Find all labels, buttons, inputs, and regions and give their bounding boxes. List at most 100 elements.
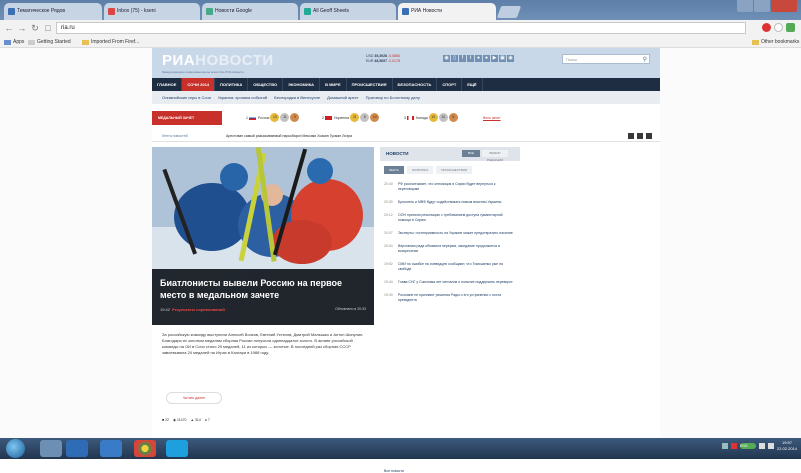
bookmark-other[interactable]: Other bookmarks	[752, 39, 799, 45]
video-icon[interactable]: ▶	[491, 55, 498, 62]
clock[interactable]: 19:57 22.02.2014	[777, 440, 797, 452]
list-item[interactable]: 20:12 ООН приняли резолюцию с требованием…	[384, 213, 516, 223]
news-editors-button[interactable]: ВЫБОР РЕДАКЦИИ	[482, 150, 508, 162]
views-count: ◉ 11470	[173, 418, 187, 422]
list-item[interactable]: 20:30 Брюссель и МВФ будут содействовать …	[384, 200, 516, 205]
search-icon[interactable]: ⚲	[643, 56, 647, 63]
topic-link[interactable]: Приговор по Болотному делу	[366, 95, 420, 104]
list-item[interactable]: 20:40 РФ рассчитывает, что оппозиция в Си…	[384, 182, 516, 192]
browser-tab[interactable]: Тематическое Рядов	[4, 3, 102, 20]
topic-link[interactable]: Беспорядки в Венесуэле	[274, 95, 320, 104]
language-icon[interactable]: ◉	[507, 55, 514, 62]
news-all-button[interactable]: ВСЕ	[462, 150, 480, 157]
taskbar: ENG 19:57 22.02.2014	[0, 438, 801, 459]
forward-arrow-icon[interactable]: →	[17, 23, 27, 33]
list-item[interactable]: 19:44 Глава СНГ у Союзника нет сигналов о…	[384, 280, 516, 285]
start-button[interactable]	[6, 439, 25, 458]
social-icon[interactable]: ●	[483, 55, 490, 62]
medal-country[interactable]: 3 Канада 10 10 5	[404, 113, 458, 122]
list-item[interactable]: 19:52 СМИ по ошибке на очевидцев сообщают…	[384, 262, 516, 272]
tab-incidents[interactable]: ПРОИСШЕСТВИЯ	[436, 166, 472, 174]
nav-item-security[interactable]: БЕЗОПАСНОСТЬ	[393, 78, 438, 91]
browser-tab[interactable]: Inbox (75) - kseni	[104, 3, 200, 20]
ticker-label[interactable]: Лента новостей	[162, 134, 188, 138]
medal-standings-label[interactable]: МЕДАЛЬНЫЙ ЗАЧЕТ	[152, 111, 222, 125]
medal-standings: МЕДАЛЬНЫЙ ЗАЧЕТ 1 Россия 13 11 9 2 Норве…	[152, 111, 660, 125]
site-search-input[interactable]: Поиск ⚲	[562, 54, 650, 64]
silver-medal-count: 11	[280, 113, 290, 122]
list-item[interactable]: 20:07 Эксперты: гостеприимность на Украин…	[384, 231, 516, 236]
topic-link[interactable]: Домашний арест	[327, 95, 358, 104]
language-indicator[interactable]: ENG	[739, 443, 756, 449]
nav-item-society[interactable]: ОБЩЕСТВО	[248, 78, 284, 91]
ticker-headline[interactable]: Арестован самый разыскиваемый наркобарон…	[226, 134, 352, 138]
star-icon[interactable]	[774, 23, 783, 32]
nav-item-incidents[interactable]: ПРОИСШЕСТВИЯ	[347, 78, 393, 91]
mobile-icon[interactable]: ▯	[451, 55, 458, 62]
likes-count[interactable]: ▲ 314	[191, 418, 201, 422]
bookmark-getting-started[interactable]: Getting Started	[28, 39, 71, 45]
hero-story[interactable]: Биатлонисты вывели Россию на первое мест…	[152, 147, 374, 325]
hero-headline[interactable]: Биатлонисты вывели Россию на первое мест…	[160, 277, 366, 301]
site-logo[interactable]: РИАНОВОСТИ	[162, 52, 274, 69]
list-item[interactable]: 19:40 Россияне не признают решения Рады о…	[384, 293, 516, 303]
shares-count[interactable]: ● 7	[205, 418, 210, 422]
tab-feed[interactable]: ЛЕНТА	[384, 166, 404, 174]
close-window-button[interactable]	[771, 0, 797, 12]
tray-icon[interactable]	[730, 443, 737, 449]
all-medals-link[interactable]: Весь зачет	[483, 116, 501, 120]
browser-tab[interactable]: Новости Google	[202, 3, 298, 20]
bookmark-imported[interactable]: Imported From Firef...	[82, 39, 139, 45]
topic-link[interactable]: Украина: хроника событий	[218, 95, 267, 104]
network-icon[interactable]	[758, 443, 765, 449]
topic-link[interactable]: Олимпийские игры в Сочи	[162, 95, 211, 104]
social-icon[interactable]: ●	[475, 55, 482, 62]
extension-green-icon[interactable]	[786, 23, 795, 32]
tab-politics[interactable]: ПОЛИТИКА	[406, 166, 434, 174]
media-player-icon[interactable]	[66, 440, 88, 457]
rss-icon[interactable]: ◉	[443, 55, 450, 62]
skype-icon[interactable]	[166, 440, 188, 457]
nav-item-more[interactable]: ЕЩЁ	[462, 78, 483, 91]
browser-tab-active[interactable]: РИА Новости	[398, 3, 496, 20]
comments-count[interactable]: ■ 22	[162, 418, 169, 422]
address-bar[interactable]: ria.ru	[56, 22, 746, 34]
medal-country[interactable]: 2 Норвегия 11 5 10	[322, 113, 380, 122]
bookmark-apps[interactable]: Apps	[4, 39, 24, 45]
topic-nav: Олимпийские игры в Сочи Украина: хроника…	[152, 91, 660, 104]
reload-icon[interactable]: ↻	[30, 23, 40, 33]
medal-country[interactable]: 1 Россия 13 11 9	[246, 113, 300, 122]
news-ticker: Лента новостей Арестован самый разыскива…	[152, 132, 660, 142]
social-icon[interactable]: t	[467, 55, 474, 62]
chrome-icon[interactable]	[134, 440, 156, 457]
flag-canada-icon	[406, 115, 414, 120]
ticker-prev-icon[interactable]	[628, 133, 634, 139]
tray-icon[interactable]	[721, 443, 728, 449]
hero-rubric-link[interactable]: Результаты соревнований	[172, 307, 225, 312]
flag-russia-icon	[248, 115, 256, 120]
ticker-pause-icon[interactable]	[637, 133, 643, 139]
new-tab-button[interactable]	[496, 6, 522, 18]
all-news-link[interactable]: Все новости	[384, 469, 404, 473]
nav-item-economy[interactable]: ЭКОНОМИКА	[283, 78, 321, 91]
browser-toolbar: ← → ↻ □ ria.ru	[0, 20, 801, 36]
gold-medal-count: 13	[270, 113, 280, 122]
read-more-button[interactable]: Читать далее	[166, 392, 222, 404]
explorer-icon[interactable]	[40, 440, 62, 457]
nav-item-world[interactable]: В МИРЕ	[320, 78, 347, 91]
nav-item-sport[interactable]: СПОРТ	[437, 78, 463, 91]
volume-icon[interactable]	[767, 443, 774, 449]
social-icon[interactable]: f	[459, 55, 466, 62]
list-item[interactable]: 20:04 Верховная рада объявила перерыв, за…	[384, 244, 516, 254]
photo-icon[interactable]: ▣	[499, 55, 506, 62]
nav-item-politics[interactable]: ПОЛИТИКА	[215, 78, 249, 91]
ticker-next-icon[interactable]	[646, 133, 652, 139]
extension-red-icon[interactable]	[762, 23, 771, 32]
minimize-button[interactable]	[737, 0, 753, 12]
nav-item-sochi[interactable]: СОЧИ 2014	[182, 78, 216, 91]
back-arrow-icon[interactable]: ←	[4, 23, 14, 33]
word-icon[interactable]	[100, 440, 122, 457]
nav-item-main[interactable]: ГЛАВНОЕ	[152, 78, 183, 91]
browser-tab[interactable]: All Geoff Sheets	[300, 3, 396, 20]
maximize-button[interactable]	[754, 0, 770, 12]
